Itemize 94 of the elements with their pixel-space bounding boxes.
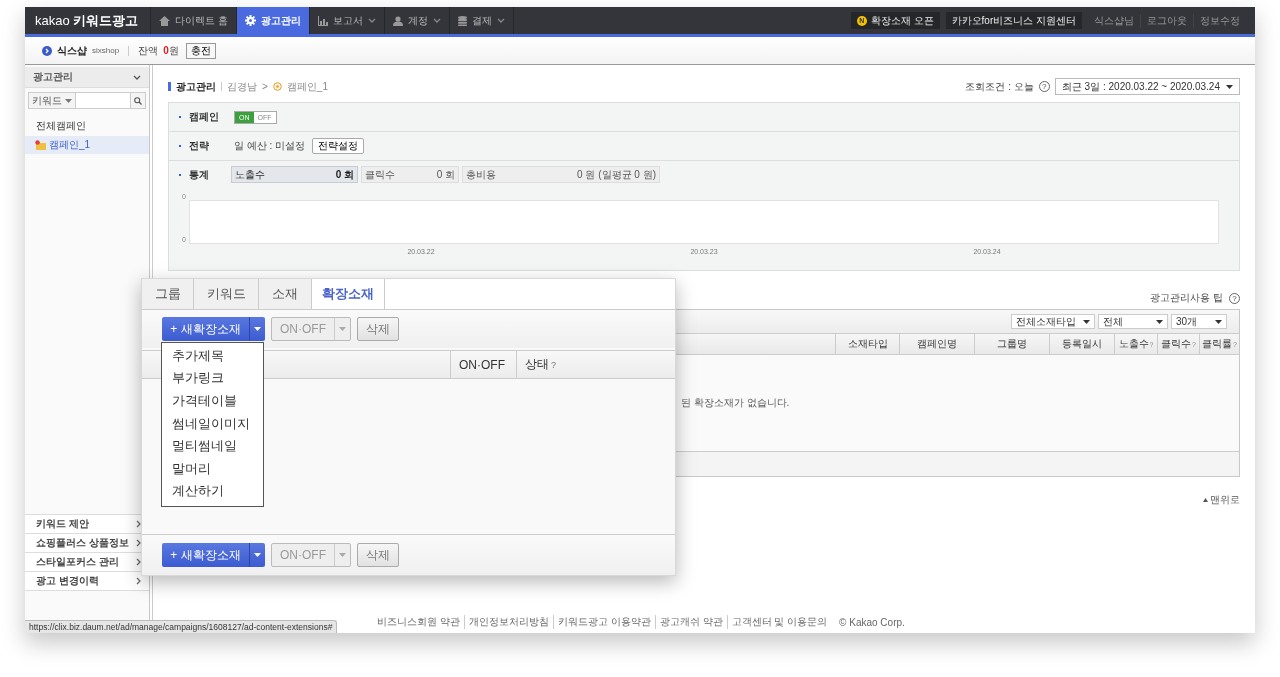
- row-label: 캠페인: [188, 110, 220, 124]
- search-icon[interactable]: [134, 96, 142, 105]
- budget-text: 일 예산 : 미설정: [234, 139, 306, 153]
- column-header[interactable]: 그룹명: [974, 334, 1049, 354]
- caret-icon: [65, 98, 72, 103]
- query-label: 조회조건 : 오늘: [965, 79, 1034, 94]
- breadcrumb-item[interactable]: 캠페인_1: [286, 79, 328, 94]
- tree-item[interactable]: 캠페인_1: [25, 136, 149, 154]
- nav-tab[interactable]: 보고서: [309, 7, 385, 34]
- caret-icon: [339, 553, 346, 557]
- chevron-icon: [136, 539, 141, 547]
- coin-icon: [272, 82, 282, 91]
- menu-item[interactable]: 말머리: [162, 457, 263, 481]
- filter-select[interactable]: 키워드: [29, 93, 76, 108]
- caret-icon: [254, 327, 261, 331]
- menu-item[interactable]: 멀티썸네일: [162, 435, 263, 458]
- user-link[interactable]: 로그아웃: [1140, 13, 1193, 28]
- tip-link[interactable]: 광고관리사용 팁: [1150, 291, 1223, 305]
- footer-link[interactable]: 비즈니스회원 약관: [373, 615, 464, 629]
- chevron-icon: [136, 558, 141, 566]
- balance-amount: 0원: [163, 43, 179, 58]
- strategy-button[interactable]: 전략설정: [312, 138, 365, 154]
- sidebar-title: 광고관리: [33, 70, 73, 84]
- balance-label: 잔액: [138, 43, 159, 58]
- footer-link[interactable]: 키워드광고 이용약관: [552, 615, 655, 629]
- caret-up-icon: [1203, 498, 1208, 502]
- stat-tab[interactable]: 노출수 0 회: [231, 166, 358, 183]
- home-icon: [159, 15, 170, 26]
- empty-message: 된 확장소재가 없습니다.: [681, 396, 790, 410]
- search-field[interactable]: 키워드: [28, 92, 146, 109]
- tab[interactable]: 키워드: [194, 279, 259, 309]
- folder-icon: [35, 140, 46, 150]
- row-label: 전략: [188, 139, 210, 153]
- column-header[interactable]: 등록일시: [1049, 334, 1114, 354]
- caret-icon: [1156, 319, 1163, 324]
- filter-select[interactable]: 전체소재타입: [1011, 314, 1095, 329]
- charge-button[interactable]: 충전: [185, 42, 216, 59]
- delete-button[interactable]: 삭제: [357, 317, 399, 341]
- account-id: sixshop: [92, 46, 120, 55]
- status-url: https://clix.biz.daum.net/ad/manage/campaigns/1608127/ad-content-extensions#: [29, 622, 333, 632]
- column-header[interactable]: 소재타입: [835, 334, 899, 354]
- breadcrumb-separator: >: [262, 81, 268, 92]
- bar-chart-icon: [317, 15, 328, 26]
- nav-tab[interactable]: 결제: [449, 7, 514, 34]
- sidebar-menu-item[interactable]: 광고 변경이력: [25, 571, 149, 591]
- nav-tab[interactable]: 광고관리: [236, 7, 310, 34]
- tab[interactable]: 그룹: [142, 279, 194, 309]
- caret-icon: [339, 327, 346, 331]
- new-extension-button[interactable]: + 새확장소재: [162, 317, 249, 341]
- menu-item[interactable]: 썸네일이미지: [162, 412, 263, 436]
- to-top-link[interactable]: 맨위로: [1210, 493, 1240, 507]
- nav-tab[interactable]: 계정: [384, 7, 450, 34]
- database-icon: [457, 15, 467, 26]
- person-icon: [392, 15, 403, 26]
- filter-select[interactable]: 전체: [1098, 314, 1168, 329]
- nav-tab[interactable]: 다이렉트 홈: [151, 7, 237, 34]
- support-button[interactable]: 카카오for비즈니스 지원센터: [945, 12, 1082, 29]
- footer-link[interactable]: 고객센터 및 이용문의: [726, 615, 832, 629]
- chevron-icon: [136, 520, 141, 528]
- menu-item[interactable]: 추가제목: [162, 345, 263, 368]
- product-name: 키워드광고: [72, 11, 138, 30]
- dropdown-button[interactable]: [249, 543, 265, 567]
- footer-link[interactable]: 개인정보처리방침: [463, 615, 553, 629]
- chevron-icon: [136, 577, 141, 585]
- gear-icon: [244, 15, 256, 26]
- dropdown-button[interactable]: [249, 317, 265, 341]
- column-header[interactable]: ON·OFF: [450, 351, 516, 378]
- caret-icon: [1215, 319, 1222, 324]
- breadcrumb-item[interactable]: 김경남: [227, 79, 257, 94]
- date-range-select[interactable]: 최근 3일 : 2020.03.22 ~ 2020.03.24: [1054, 78, 1240, 95]
- user-link[interactable]: 정보수정: [1193, 13, 1246, 28]
- delete-button[interactable]: 삭제: [357, 543, 399, 567]
- arrow-circle-icon: [42, 45, 52, 56]
- account-name: 식스샵: [57, 43, 87, 58]
- column-header[interactable]: 상태 ?: [516, 351, 675, 378]
- caret-icon: [254, 553, 261, 557]
- tree-item[interactable]: 전체캠페인: [25, 113, 149, 136]
- logo-wordmark: kakao: [35, 13, 70, 28]
- tab[interactable]: 소재: [259, 279, 312, 309]
- stat-tab[interactable]: 총비용 0 원 (일평균 0 원): [462, 166, 660, 183]
- filter-select[interactable]: 30개: [1171, 314, 1227, 329]
- column-header[interactable]: 캠페인명: [899, 334, 974, 354]
- menu-item[interactable]: 부가링크: [162, 367, 263, 391]
- caret-icon: [1083, 319, 1090, 324]
- menu-item[interactable]: 가격테이블: [162, 390, 263, 413]
- stat-tab[interactable]: 클릭수 0 회: [361, 166, 459, 183]
- footer-link[interactable]: 광고캐쉬 약관: [654, 615, 727, 629]
- user-link[interactable]: 식스샵님: [1088, 13, 1140, 28]
- breadcrumb-item[interactable]: 광고관리: [176, 79, 216, 94]
- row-label: 통계: [188, 167, 210, 182]
- new-extension-button[interactable]: + 새확장소재: [162, 543, 249, 567]
- copyright: © Kakao Corp.: [839, 616, 905, 628]
- menu-item[interactable]: 계산하기: [162, 480, 263, 504]
- caret-icon: [1226, 84, 1233, 89]
